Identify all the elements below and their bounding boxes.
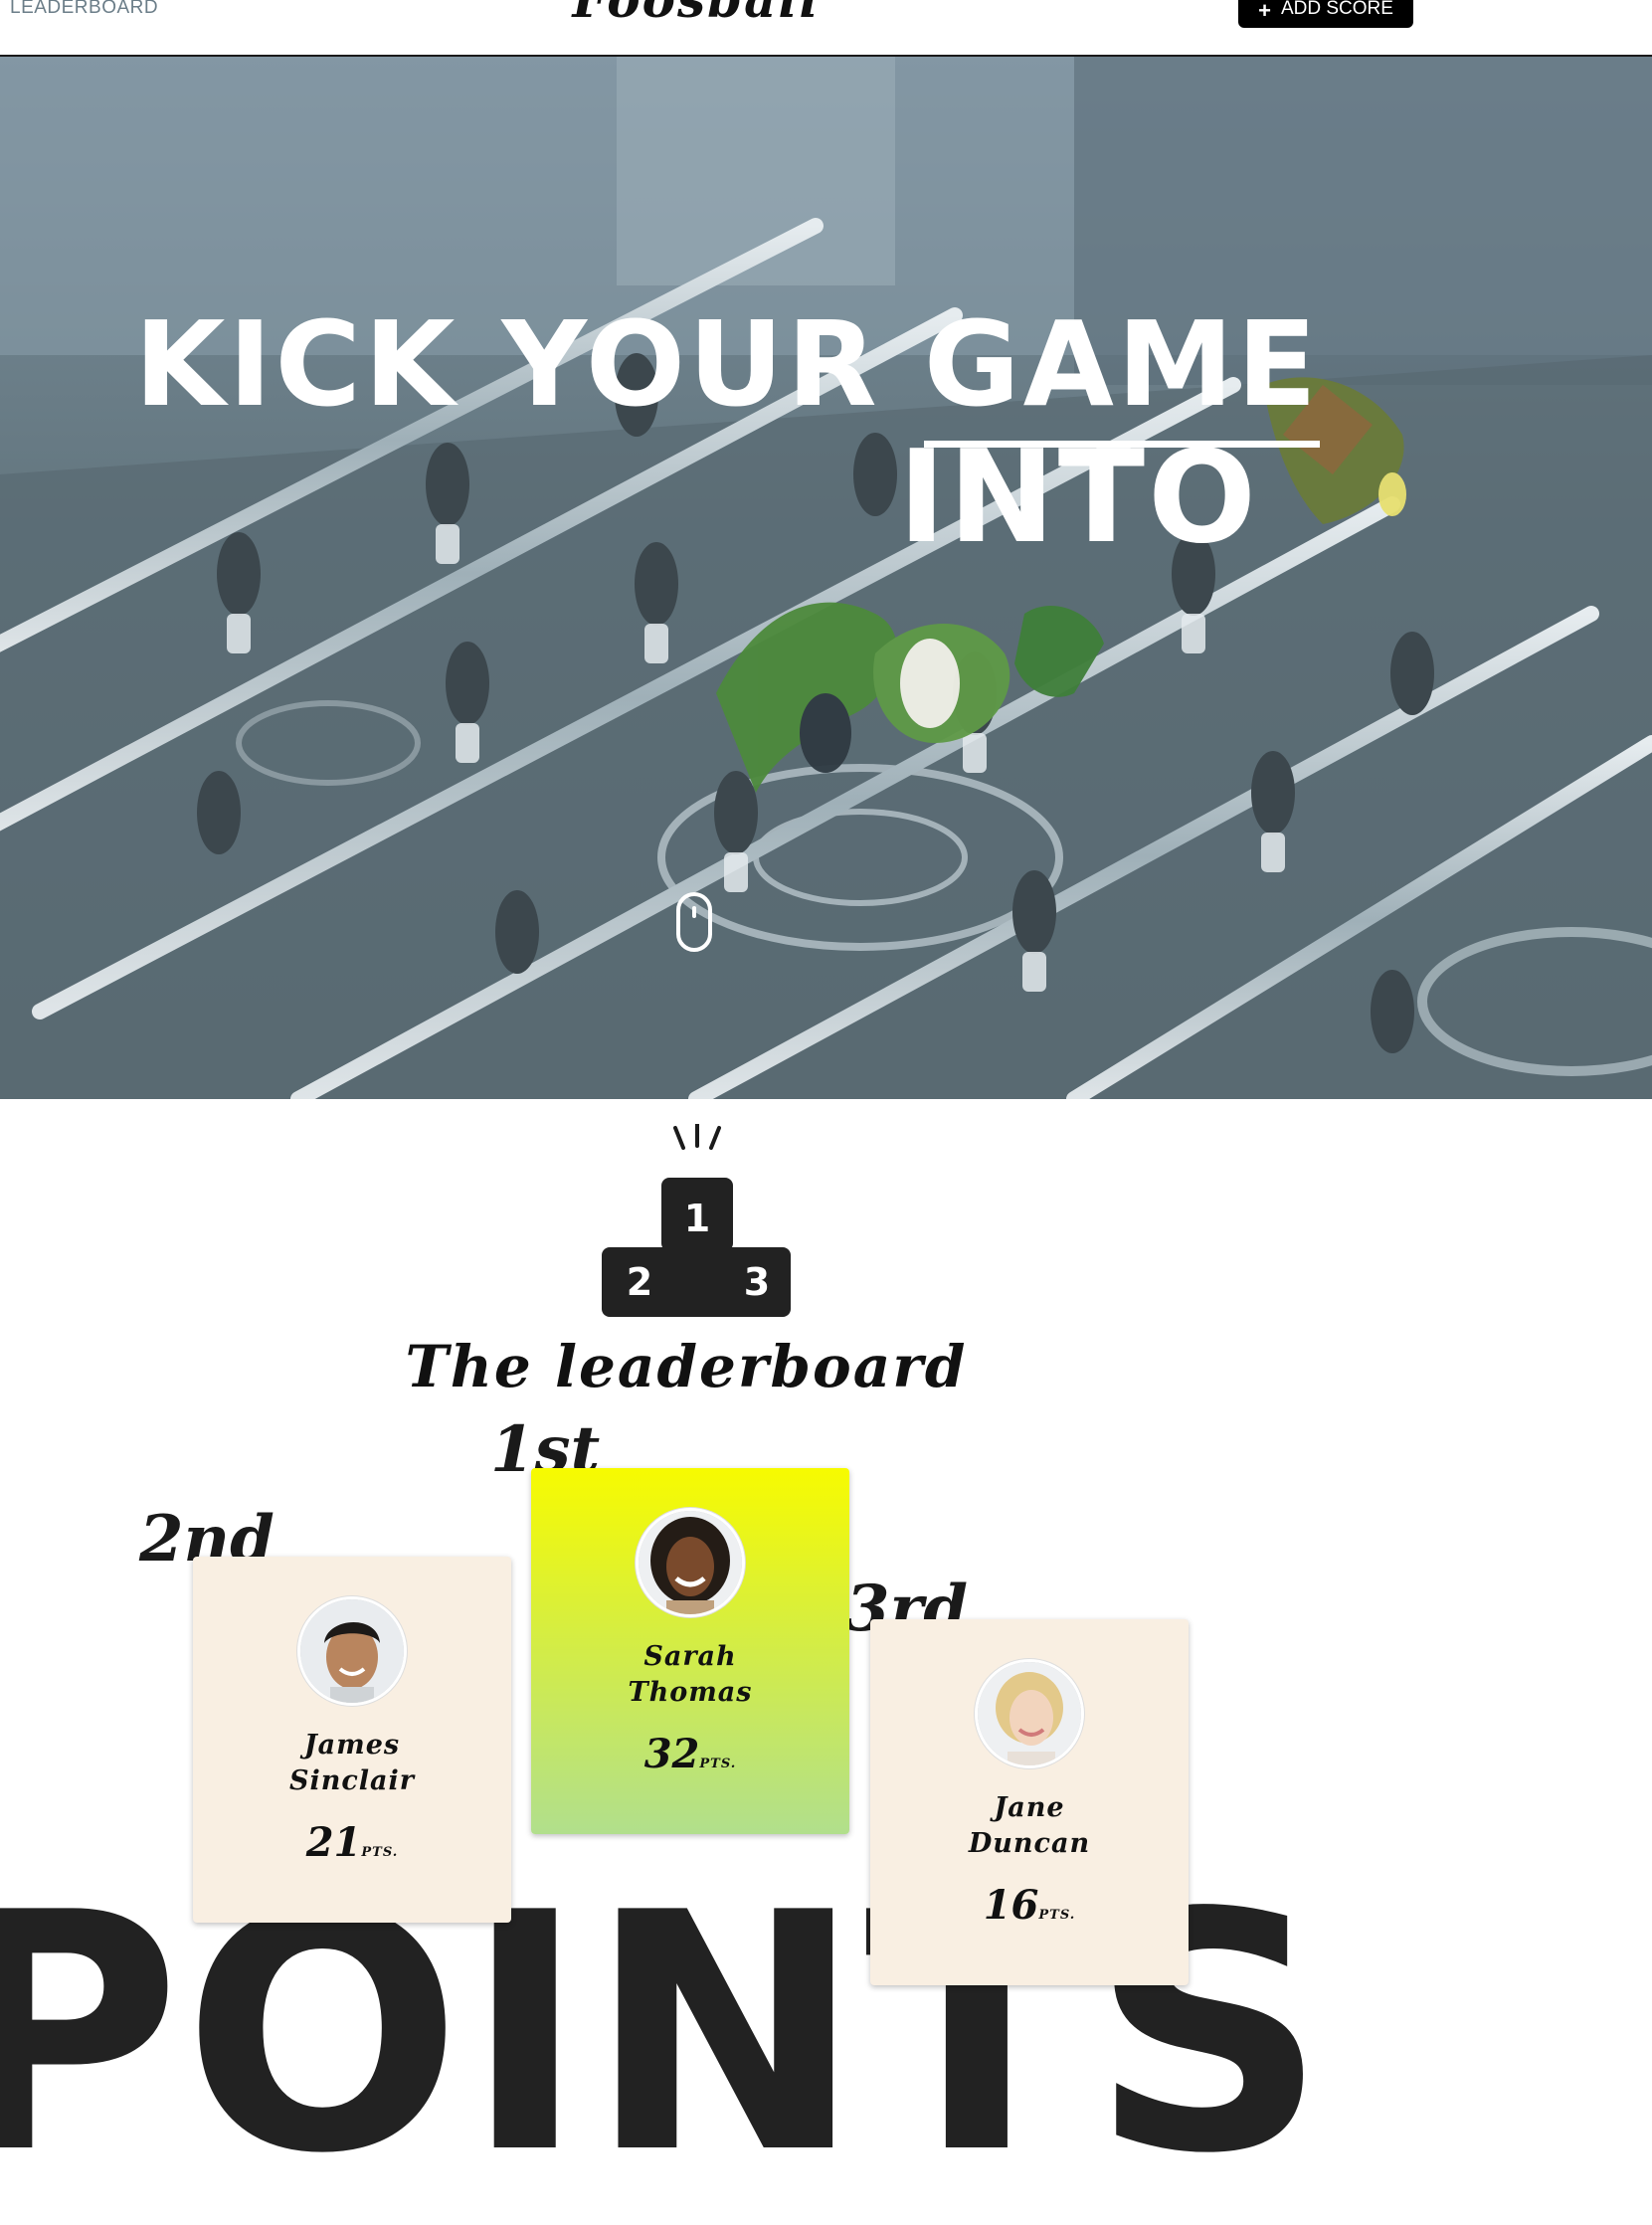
avatar: [975, 1659, 1084, 1768]
player-points: 21PTS.: [305, 1819, 399, 1866]
avatar: [636, 1508, 745, 1617]
leaderboard-title: The leaderboard: [405, 1333, 968, 1400]
player-card-2nd[interactable]: James Sinclair 21PTS.: [193, 1557, 511, 1923]
site-logo[interactable]: Foosball: [0, 0, 1392, 29]
add-score-button[interactable]: + ADD SCORE: [1238, 0, 1413, 28]
podium-icon: 1 2 3: [602, 1124, 791, 1317]
foosball-table-background: [0, 57, 1652, 1099]
hero-headline-prefix: KICK YOUR: [134, 295, 880, 433]
hero-headline-line1: KICK YOUR GAME: [134, 295, 1321, 448]
site-header: LEADERBOARD Foosball + ADD SCORE: [0, 0, 1652, 57]
avatar: [297, 1596, 407, 1706]
player-card-1st[interactable]: Sarah Thomas 32PTS.: [531, 1468, 849, 1834]
player-name: Sarah Thomas: [628, 1641, 753, 1708]
hero-section: KICK YOUR GAME INTO: [0, 57, 1652, 1099]
player-name: James Sinclair: [288, 1730, 416, 1796]
player-points: 32PTS.: [643, 1731, 737, 1777]
player-card-3rd[interactable]: Jane Duncan 16PTS.: [870, 1619, 1189, 1985]
hero-headline-line2: INTO: [898, 424, 1259, 572]
player-name: Jane Duncan: [968, 1792, 1091, 1859]
podium-label-2: 2: [627, 1260, 652, 1304]
podium-label-1: 1: [684, 1197, 710, 1240]
add-score-label: ADD SCORE: [1280, 0, 1393, 19]
podium-label-3: 3: [744, 1260, 770, 1304]
mouse-scroll-icon[interactable]: [676, 892, 712, 952]
plus-icon: +: [1258, 0, 1271, 23]
player-points: 16PTS.: [983, 1882, 1076, 1929]
